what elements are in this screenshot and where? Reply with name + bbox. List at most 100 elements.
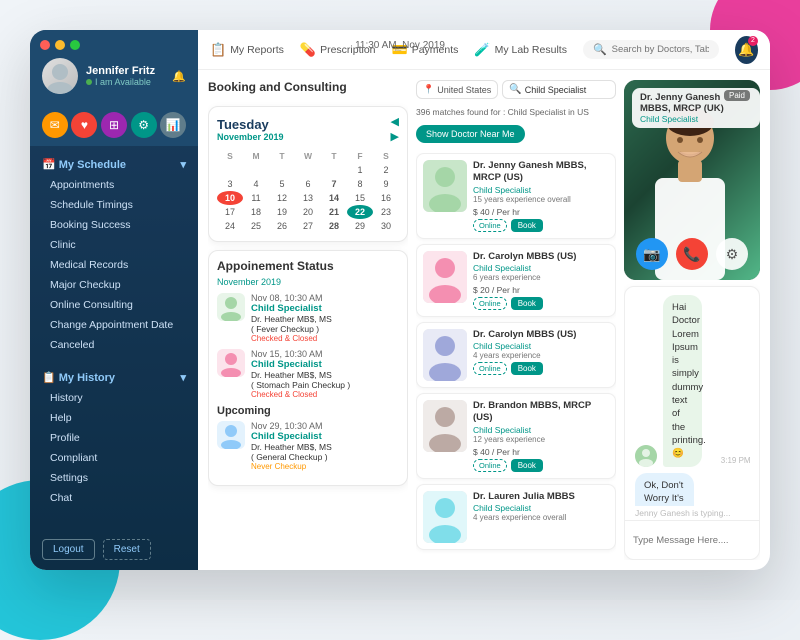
tab-my-reports[interactable]: 📋 My Reports	[210, 42, 284, 58]
doctor-info-4: Dr. Brandon MBBS, MRCP (US) Child Specia…	[473, 400, 609, 472]
calendar-day-cell[interactable]: 11	[243, 191, 269, 205]
prescription-icon: 💊	[300, 42, 316, 58]
doctor-name-3: Dr. Carolyn MBBS (US)	[473, 329, 609, 341]
typing-indicator: Jenny Ganesh is typing...	[625, 506, 759, 520]
grid-icon-btn[interactable]: ⊞	[101, 112, 127, 138]
search-bar: 🔍	[583, 40, 719, 59]
status-item-2: Nov 15, 10:30 AM Child Specialist Dr. He…	[217, 349, 399, 399]
sidebar-item-compliant[interactable]: Compliant	[42, 448, 186, 468]
sidebar-item-help[interactable]: Help	[42, 408, 186, 428]
sidebar-item-profile[interactable]: Profile	[42, 428, 186, 448]
calendar-day-cell[interactable]: 24	[217, 219, 243, 233]
calendar-day-cell[interactable]: 28	[321, 219, 347, 233]
upcoming-date-1: Nov 29, 10:30 AM	[251, 421, 399, 431]
calendar-day-cell[interactable]: 20	[295, 205, 321, 219]
end-call-button[interactable]: 📞	[676, 238, 708, 270]
message-input[interactable]	[633, 535, 760, 546]
calendar-day-cell[interactable]: 7	[321, 177, 347, 191]
search-input[interactable]	[612, 44, 709, 55]
calendar-grid: S M T W T F S 12345678910111213141516171…	[217, 149, 399, 233]
tab-lab-results[interactable]: 🧪 My Lab Results	[474, 42, 567, 58]
calendar-day-cell[interactable]: 22	[347, 205, 373, 219]
calendar-day-cell[interactable]: 2	[373, 163, 399, 177]
sidebar-item-online-consulting[interactable]: Online Consulting	[42, 295, 186, 315]
doctor-actions-4: Online Book	[473, 459, 609, 472]
doctor-card-4: Dr. Brandon MBBS, MRCP (US) Child Specia…	[416, 393, 616, 479]
calendar-day-cell[interactable]: 17	[217, 205, 243, 219]
doctor-specialty-3: Child Specialist	[473, 341, 609, 351]
calendar-day-cell[interactable]: 19	[269, 205, 295, 219]
calendar-day-cell[interactable]: 6	[295, 177, 321, 191]
calendar-day-cell[interactable]: 14	[321, 191, 347, 205]
video-toggle-button[interactable]: 📷	[636, 238, 668, 270]
sidebar-item-history[interactable]: History	[42, 388, 186, 408]
calendar-day: Tuesday	[217, 117, 284, 132]
sidebar-item-appointments[interactable]: Appointments	[42, 175, 186, 195]
sidebar-quick-actions: ✉ ♥ ⊞ ⚙ 📊	[30, 104, 198, 146]
calendar-day-cell[interactable]: 10	[217, 191, 243, 205]
sidebar-item-schedule-timings[interactable]: Schedule Timings	[42, 195, 186, 215]
sidebar-item-major-checkup[interactable]: Major Checkup	[42, 275, 186, 295]
reset-button[interactable]: Reset	[103, 539, 151, 560]
calendar-header: Tuesday November 2019 ◀ ▶	[217, 115, 399, 143]
upcoming-doctor-1: Dr. Heather MB$, MS	[251, 442, 399, 452]
calendar-day-cell[interactable]: 18	[243, 205, 269, 219]
heart-icon-btn[interactable]: ♥	[71, 112, 97, 138]
sidebar-item-settings[interactable]: Settings	[42, 468, 186, 488]
chart-icon-btn[interactable]: 📊	[160, 112, 186, 138]
doctor-photo-5	[423, 491, 467, 543]
notification-bell[interactable]: 🔔 2	[735, 36, 758, 64]
logout-button[interactable]: Logout	[42, 539, 95, 560]
calendar-day-cell[interactable]: 29	[347, 219, 373, 233]
calendar-day-cell[interactable]: 1	[347, 163, 373, 177]
sidebar-item-canceled[interactable]: Canceled	[42, 335, 186, 355]
book-button-3[interactable]: Book	[511, 362, 543, 375]
book-button-4[interactable]: Book	[511, 459, 543, 472]
more-options-button[interactable]: ⚙	[716, 238, 748, 270]
calendar-day-cell[interactable]: 5	[269, 177, 295, 191]
show-map-button[interactable]: Show Doctor Near Me	[416, 125, 525, 143]
sidebar-item-medical-records[interactable]: Medical Records	[42, 255, 186, 275]
calendar-day-cell[interactable]: 8	[347, 177, 373, 191]
bell-icon[interactable]: 🔔	[172, 70, 186, 83]
calendar-day-cell[interactable]: 3	[217, 177, 243, 191]
sidebar-item-chat[interactable]: Chat	[42, 488, 186, 508]
calendar-day-cell[interactable]: 27	[295, 219, 321, 233]
calendar-day-cell[interactable]: 16	[373, 191, 399, 205]
specialty-input[interactable]	[525, 85, 609, 95]
doctor-exp-5: 4 years experience overall	[473, 513, 609, 522]
calendar-day-cell[interactable]: 4	[243, 177, 269, 191]
calendar-next[interactable]: ▶	[391, 130, 399, 143]
calendar-day-cell[interactable]: 25	[243, 219, 269, 233]
calendar-day-cell[interactable]: 9	[373, 177, 399, 191]
doctor-name-4: Dr. Brandon MBBS, MRCP (US)	[473, 400, 609, 425]
gear-icon-btn[interactable]: ⚙	[131, 112, 157, 138]
notification-badge: 2	[748, 36, 758, 46]
sidebar-item-booking-success[interactable]: Booking Success	[42, 215, 186, 235]
doctor-name-5: Dr. Lauren Julia MBBS	[473, 491, 609, 503]
maximize-button[interactable]	[70, 40, 80, 50]
status-date-1: Nov 08, 10:30 AM	[251, 293, 399, 303]
doctor-specialty-1: Child Specialist	[473, 185, 609, 195]
calendar-day-cell[interactable]: 30	[373, 219, 399, 233]
location-selector[interactable]: 📍 United States	[416, 80, 498, 99]
calendar-prev[interactable]: ◀	[391, 115, 399, 128]
book-button-2[interactable]: Book	[511, 297, 543, 310]
calendar-day-cell[interactable]: 21	[321, 205, 347, 219]
sidebar-item-change-appointment[interactable]: Change Appointment Date	[42, 315, 186, 335]
minimize-button[interactable]	[55, 40, 65, 50]
mail-icon-btn[interactable]: ✉	[42, 112, 68, 138]
my-schedule-header[interactable]: 📅 My Schedule ▾	[42, 154, 186, 175]
calendar-day-cell[interactable]: 23	[373, 205, 399, 219]
calendar-day-cell[interactable]: 12	[269, 191, 295, 205]
calendar-day-cell[interactable]: 26	[269, 219, 295, 233]
traffic-lights	[40, 40, 80, 50]
book-button-1[interactable]: Book	[511, 219, 543, 232]
doctor-actions-2: Online Book	[473, 297, 609, 310]
calendar-day-cell[interactable]: 13	[295, 191, 321, 205]
my-history-header[interactable]: 📋 My History ▾	[42, 367, 186, 388]
my-schedule-section: 📅 My Schedule ▾ Appointments Schedule Ti…	[30, 146, 198, 359]
sidebar-item-clinic[interactable]: Clinic	[42, 235, 186, 255]
close-button[interactable]	[40, 40, 50, 50]
calendar-day-cell[interactable]: 15	[347, 191, 373, 205]
